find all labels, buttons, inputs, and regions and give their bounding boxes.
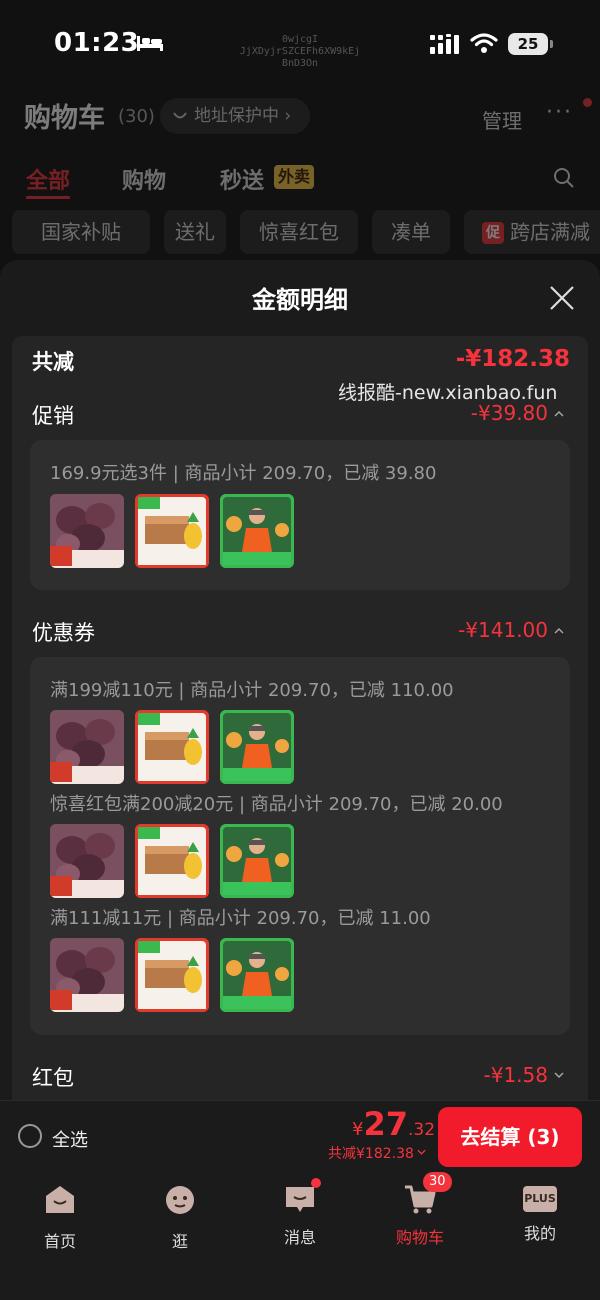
chip-gift[interactable]: 送礼 — [164, 210, 226, 254]
chevron-down-icon — [554, 1072, 564, 1078]
select-all-checkbox[interactable] — [18, 1124, 42, 1148]
coupon-line-3: 满111减11元 | 商品小计 209.70，已减 11.00 — [50, 908, 431, 929]
cart-badge: 30 — [423, 1172, 452, 1192]
redpacket-amount: -¥1.58 — [483, 1063, 548, 1087]
status-time: 01:23 — [54, 28, 140, 58]
nav-browse[interactable]: 逛 — [120, 1182, 240, 1252]
price-symbol: ¥ — [352, 1119, 364, 1140]
total-price: ¥27.32 — [352, 1105, 435, 1143]
promo-amount: -¥39.80 — [470, 401, 548, 425]
orange-farmer-product-thumb[interactable] — [220, 494, 294, 568]
coupon-line-1: 满199减110元 | 商品小计 209.70，已减 110.00 — [50, 680, 454, 701]
notification-dot — [583, 98, 592, 107]
status-bar: 01:23 0wjcgI JjXDyjrSZCEFh6XW9kEj BnD3On… — [0, 0, 600, 90]
pineapple-product-thumb[interactable] — [135, 494, 209, 568]
total-reduce-amount: -¥182.38 — [455, 346, 570, 372]
tab-underline — [26, 196, 70, 199]
nav-cart-label: 购物车 — [395, 1228, 444, 1247]
coupon-label: 优惠券 — [32, 621, 95, 645]
chevron-up-icon — [554, 411, 564, 417]
coupon-amount: -¥141.00 — [458, 618, 548, 642]
fig-product-thumb[interactable] — [50, 710, 124, 784]
pineapple-product-thumb[interactable] — [135, 824, 209, 898]
waimai-badge: 外卖 — [274, 165, 315, 189]
reduce-summary[interactable]: 共减¥182.38 — [328, 1143, 426, 1163]
orange-farmer-product-thumb[interactable] — [220, 824, 294, 898]
nav-browse-label: 逛 — [171, 1232, 188, 1251]
signal-icon — [430, 34, 459, 54]
redpacket-label: 红包 — [32, 1066, 74, 1090]
smile-icon — [173, 112, 187, 119]
tab-all[interactable]: 全部 — [26, 163, 70, 195]
nav-messages[interactable]: 消息 — [240, 1178, 360, 1248]
promo-row[interactable]: -¥39.80 — [471, 401, 564, 425]
tab-instant[interactable]: 秒送 — [220, 163, 264, 195]
coupon-line-2: 惊喜红包满200减20元 | 商品小计 209.70，已减 20.00 — [50, 794, 503, 815]
more-icon[interactable]: ··· — [546, 100, 573, 125]
nav-mine-label: 我的 — [523, 1224, 556, 1243]
address-protect-pill[interactable]: 地址保护中 › — [160, 98, 310, 134]
device-id-text: 0wjcgI JjXDyjrSZCEFh6XW9kEj BnD3On — [239, 34, 361, 69]
face-icon — [166, 1186, 194, 1214]
search-icon[interactable] — [552, 166, 576, 190]
chip-make-up-order[interactable]: 凑单 — [372, 210, 450, 254]
reduce-summary-text: 共减¥182.38 — [328, 1146, 414, 1162]
pineapple-product-thumb[interactable] — [135, 938, 209, 1012]
cart-count: (30) — [118, 106, 155, 127]
chip-surprise-redpacket[interactable]: 惊喜红包 — [240, 210, 358, 254]
message-icon-wrap — [283, 1178, 321, 1216]
battery-indicator: 25 — [508, 33, 553, 55]
total-reduce-label: 共减 — [32, 350, 74, 374]
fig-product-thumb[interactable] — [50, 494, 124, 568]
pineapple-product-thumb[interactable] — [135, 710, 209, 784]
wifi-icon — [470, 33, 498, 53]
chevron-down-icon — [417, 1149, 426, 1155]
chip-cross-store[interactable]: 促跨店满减 — [464, 210, 600, 254]
promo-tag: 促 — [482, 222, 504, 244]
coupon-row[interactable]: -¥141.00 — [458, 618, 564, 642]
fig-product-thumb[interactable] — [50, 938, 124, 1012]
promo-label: 促销 — [32, 404, 74, 428]
orange-farmer-product-thumb[interactable] — [220, 938, 294, 1012]
page-title: 购物车 — [24, 103, 105, 134]
chip-national-subsidy[interactable]: 国家补贴 — [12, 210, 150, 254]
sheet-title: 金额明细 — [252, 286, 348, 314]
chip-cross-store-label: 跨店满减 — [510, 220, 590, 244]
nav-cart[interactable]: 30 购物车 — [360, 1172, 480, 1248]
nav-home-label: 首页 — [43, 1232, 76, 1251]
redpacket-row[interactable]: -¥1.58 — [484, 1063, 564, 1087]
tab-shopping[interactable]: 购物 — [122, 163, 166, 195]
message-icon — [286, 1187, 314, 1212]
promo-line: 169.9元选3件 | 商品小计 209.70，已减 39.80 — [50, 463, 437, 484]
home-icon — [46, 1186, 74, 1213]
plus-icon: PLUS — [523, 1186, 557, 1212]
nav-mine[interactable]: PLUS 我的 — [480, 1182, 600, 1244]
cart-icon-wrap: 30 — [403, 1172, 452, 1216]
price-integer: 27 — [363, 1105, 408, 1143]
fig-product-thumb[interactable] — [50, 824, 124, 898]
address-protect-label: 地址保护中 — [194, 106, 279, 126]
bottom-nav: 首页 逛 消息 30 购物车 PLUS 我的 — [0, 1172, 600, 1300]
close-icon[interactable] — [548, 284, 576, 312]
nav-home[interactable]: 首页 — [0, 1182, 120, 1252]
manage-button[interactable]: 管理 — [482, 105, 522, 134]
sleep-icon — [137, 36, 163, 51]
orange-farmer-product-thumb[interactable] — [220, 710, 294, 784]
message-dot — [311, 1178, 321, 1188]
nav-messages-label: 消息 — [283, 1228, 316, 1247]
price-decimal: .32 — [407, 1120, 436, 1140]
checkout-button[interactable]: 去结算 (3) — [438, 1107, 582, 1167]
checkout-bar: 全选 ¥27.32 共减¥182.38 去结算 (3) — [0, 1100, 600, 1172]
chevron-up-icon — [554, 628, 564, 634]
select-all-label[interactable]: 全选 — [52, 1126, 88, 1152]
